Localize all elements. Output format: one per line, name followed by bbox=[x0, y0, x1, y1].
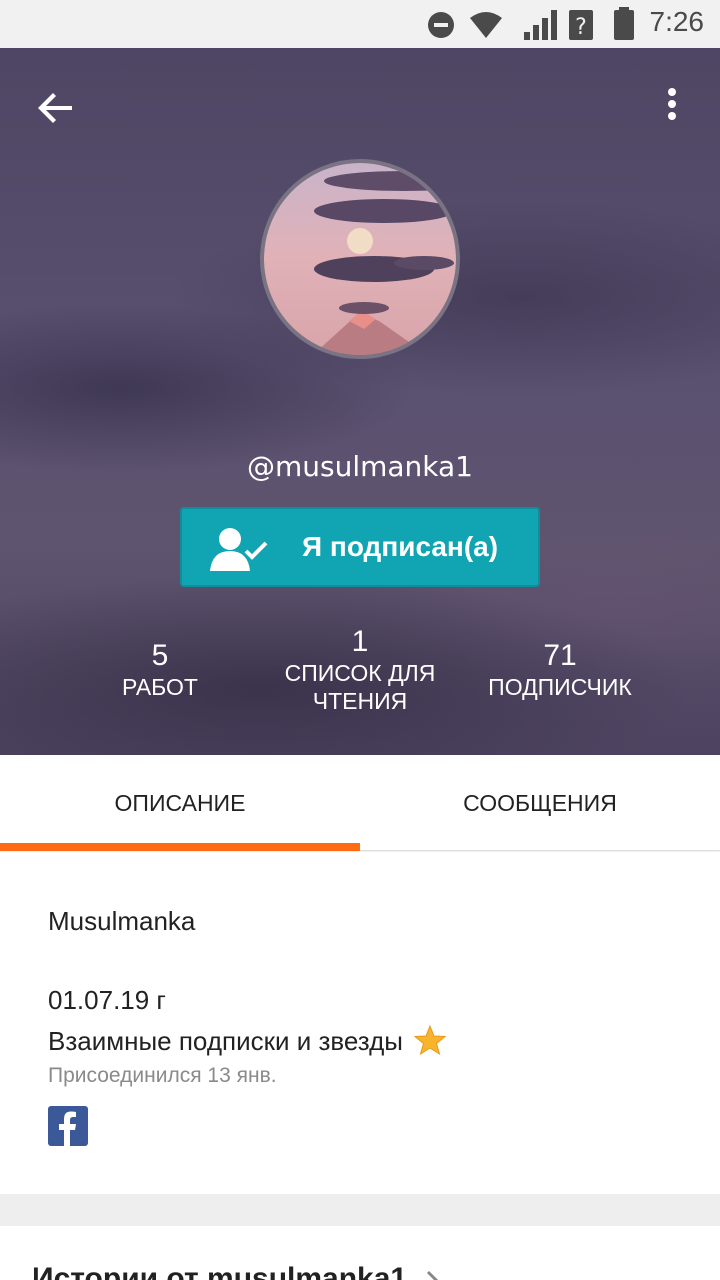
do-not-disturb-icon bbox=[426, 10, 456, 44]
stat-followers-value: 71 bbox=[543, 639, 577, 672]
tab-messages[interactable]: СООБЩЕНИЯ bbox=[360, 755, 720, 851]
arrow-left-icon[interactable] bbox=[32, 84, 80, 132]
stat-reading-label-line1: СПИСОК ДЛЯ bbox=[284, 660, 436, 686]
stat-works[interactable]: 5 РАБОТ bbox=[80, 639, 240, 701]
stat-works-label: РАБОТ bbox=[122, 674, 198, 700]
stories-title: Истории от musulmanka1 bbox=[32, 1262, 408, 1280]
battery-icon bbox=[612, 6, 636, 46]
active-tab-indicator bbox=[0, 843, 360, 851]
stat-reading-value: 1 bbox=[351, 625, 369, 658]
status-bar: ? 7:26 bbox=[0, 0, 720, 48]
status-time: 7:26 bbox=[649, 6, 705, 37]
description-text: Взаимные подписки и звезды bbox=[48, 1026, 403, 1056]
profile-header: @musulmanka1 Я подписан(а) 5 РАБОТ 1 СПИ… bbox=[0, 48, 720, 755]
stat-reading-lists[interactable]: 1 СПИСОК ДЛЯ ЧТЕНИЯ bbox=[260, 625, 460, 715]
avatar[interactable] bbox=[260, 159, 460, 359]
tab-messages-label: СООБЩЕНИЯ bbox=[463, 790, 617, 816]
stat-reading-label-line2: ЧТЕНИЯ bbox=[312, 688, 408, 714]
stories-section[interactable]: Истории от musulmanka1 bbox=[0, 1226, 720, 1280]
facebook-icon[interactable] bbox=[48, 1106, 88, 1146]
star-icon bbox=[413, 1024, 447, 1056]
username: @musulmanka1 bbox=[246, 450, 473, 483]
tab-about[interactable]: ОПИСАНИЕ bbox=[0, 755, 360, 851]
signal-icon bbox=[522, 8, 562, 46]
display-name: Musulmanka bbox=[48, 906, 196, 936]
signal-unknown-icon: ? bbox=[568, 8, 594, 46]
chevron-right-icon bbox=[424, 1270, 444, 1280]
joined-date: Присоединился 13 янв. bbox=[48, 1064, 277, 1087]
section-divider bbox=[0, 1194, 720, 1226]
svg-text:?: ? bbox=[575, 15, 587, 40]
user-check-icon bbox=[208, 525, 272, 573]
profile-tabs: ОПИСАНИЕ СООБЩЕНИЯ bbox=[0, 755, 720, 851]
stat-works-value: 5 bbox=[151, 639, 169, 672]
description-line-1: 01.07.19 г bbox=[48, 985, 166, 1015]
more-vert-icon[interactable] bbox=[648, 84, 696, 132]
following-button[interactable]: Я подписан(а) bbox=[180, 507, 540, 587]
tab-about-label: ОПИСАНИЕ bbox=[114, 790, 246, 816]
stat-followers-label: ПОДПИСЧИК bbox=[488, 674, 632, 700]
following-button-label: Я подписан(а) bbox=[302, 531, 499, 562]
stat-followers[interactable]: 71 ПОДПИСЧИК bbox=[470, 639, 650, 701]
wifi-icon bbox=[468, 10, 504, 44]
description-line-2: Взаимные подписки и звезды bbox=[48, 1024, 447, 1057]
about-section: Musulmanka 01.07.19 г Взаимные подписки … bbox=[0, 852, 720, 1194]
